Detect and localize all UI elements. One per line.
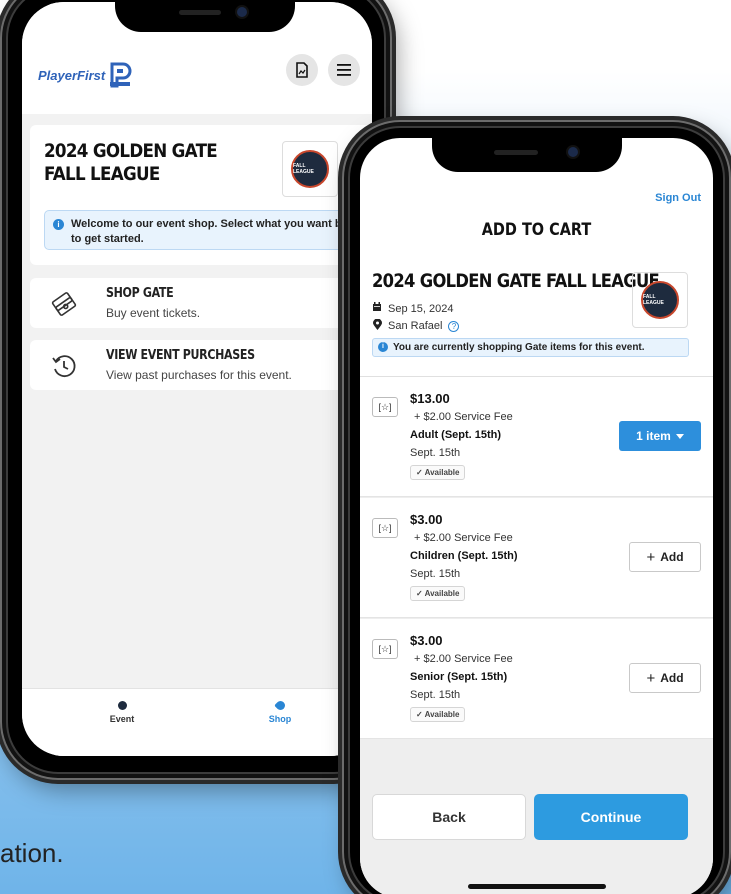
- ticket-name: Adult (Sept. 15th): [410, 429, 502, 441]
- ticket-price: $3.00: [410, 512, 443, 527]
- event-location-text: San Rafael: [388, 320, 443, 332]
- availability-badge: ✓ Available: [410, 707, 466, 722]
- document-button[interactable]: [286, 54, 318, 86]
- brand-name: PlayerFirst: [38, 67, 106, 83]
- hamburger-icon: [337, 64, 351, 76]
- event-title: 2024 GOLDEN GATE FALL LEAGUE: [44, 140, 218, 185]
- page-title: ADD TO CART: [481, 220, 592, 240]
- shopping-info-text: You are currently shopping Gate items fo…: [393, 342, 645, 353]
- ticket-date: Sept. 15th: [410, 447, 461, 459]
- ticket-name: Children (Sept. 15th): [410, 550, 518, 562]
- fall-league-logo: FALL LEAGUE: [641, 281, 679, 319]
- menu-button[interactable]: [328, 54, 360, 86]
- event-logo: FALL LEAGUE: [632, 272, 688, 328]
- tickets-icon: [50, 290, 78, 318]
- nav-shop-label: Shop: [268, 714, 292, 724]
- playerfirst-logo[interactable]: PlayerFirst: [38, 62, 132, 88]
- fall-league-logo: FALL LEAGUE: [291, 150, 329, 188]
- ticket-list: [☆] $13.00 + $2.00 Service Fee Adult (Se…: [360, 376, 713, 742]
- ticket-icon: [☆]: [372, 639, 398, 659]
- event-title: 2024 GOLDEN GATE FALL LEAGUE: [372, 270, 660, 292]
- ticket-item-children: [☆] $3.00 + $2.00 Service Fee Children (…: [360, 498, 713, 618]
- nav-shop[interactable]: Shop: [250, 699, 310, 724]
- plus-icon: +: [646, 548, 656, 566]
- continue-button[interactable]: Continue: [534, 794, 688, 840]
- bottom-nav: Event Shop: [22, 688, 372, 756]
- ticket-date: Sept. 15th: [410, 568, 461, 580]
- ticket-item-adult: [☆] $13.00 + $2.00 Service Fee Adult (Se…: [360, 377, 713, 497]
- shop-gate-subtitle: Buy event tickets.: [106, 306, 201, 320]
- event-date: Sep 15, 2024: [372, 302, 453, 315]
- event-logo: FALL LEAGUE: [282, 141, 338, 197]
- event-icon: [117, 701, 127, 710]
- service-fee: + $2.00 Service Fee: [414, 532, 513, 544]
- ticket-price: $3.00: [410, 633, 443, 648]
- shop-home-screen: PlayerFirst 2024 GOLDEN GATE FALL LEAGUE…: [22, 2, 372, 756]
- tag-icon: [273, 699, 287, 712]
- service-fee: + $2.00 Service Fee: [414, 653, 513, 665]
- item-quantity-dropdown[interactable]: 1 item: [619, 421, 701, 451]
- phone-back: PlayerFirst 2024 GOLDEN GATE FALL LEAGUE…: [0, 0, 392, 780]
- event-logo-text: FALL LEAGUE: [643, 294, 664, 306]
- plus-icon: +: [646, 669, 656, 687]
- add-to-cart-screen: Sign Out ADD TO CART 2024 GOLDEN GATE FA…: [360, 138, 713, 894]
- add-button[interactable]: + Add: [629, 663, 701, 693]
- info-icon: i: [378, 342, 388, 352]
- nav-event-label: Event: [109, 714, 135, 724]
- shop-gate-item[interactable]: SHOP GATE Buy event tickets.: [30, 278, 372, 328]
- cart-footer: Back Continue: [360, 742, 713, 894]
- background-caption: ation.: [0, 838, 64, 868]
- nav-event[interactable]: Event: [92, 701, 152, 724]
- location-pin-icon: [372, 318, 382, 333]
- info-icon: i: [53, 219, 64, 230]
- ticket-icon: [☆]: [372, 518, 398, 538]
- event-date-text: Sep 15, 2024: [388, 302, 454, 315]
- phone-notch: [115, 0, 295, 32]
- add-button-label: Add: [660, 671, 684, 685]
- item-quantity-label: 1 item: [636, 429, 671, 443]
- view-purchases-subtitle: View past purchases for this event.: [106, 368, 292, 382]
- shopping-info-banner: i You are currently shopping Gate items …: [372, 338, 689, 357]
- brand-mark-icon: [108, 62, 132, 88]
- event-card: 2024 GOLDEN GATE FALL LEAGUE FALL LEAGUE…: [30, 125, 372, 265]
- ticket-price: $13.00: [410, 391, 450, 406]
- view-purchases-title: VIEW EVENT PURCHASES: [106, 348, 255, 363]
- calendar-icon: [372, 302, 382, 315]
- availability-badge: ✓ Available: [410, 465, 466, 480]
- ticket-item-senior: [☆] $3.00 + $2.00 Service Fee Senior (Se…: [360, 619, 713, 739]
- availability-badge: ✓ Available: [410, 586, 466, 601]
- event-logo-text: FALL LEAGUE: [293, 163, 314, 175]
- history-icon: [50, 352, 78, 380]
- home-indicator: [468, 884, 606, 889]
- ticket-icon: [☆]: [372, 397, 398, 417]
- document-icon: [296, 62, 308, 78]
- ticket-date: Sept. 15th: [410, 689, 461, 701]
- sign-out-link[interactable]: Sign Out: [655, 192, 701, 204]
- event-location: San Rafael ?: [372, 318, 460, 333]
- view-purchases-item[interactable]: VIEW EVENT PURCHASES View past purchases…: [30, 340, 372, 390]
- welcome-text: Welcome to our event shop. Select what y…: [71, 218, 367, 245]
- shop-gate-title: SHOP GATE: [106, 286, 174, 301]
- add-button[interactable]: + Add: [629, 542, 701, 572]
- caret-down-icon: [675, 433, 684, 439]
- phone-front: Sign Out ADD TO CART 2024 GOLDEN GATE FA…: [342, 120, 731, 894]
- ticket-name: Senior (Sept. 15th): [410, 671, 508, 683]
- welcome-banner: i Welcome to our event shop. Select what…: [44, 210, 372, 250]
- help-icon[interactable]: ?: [448, 320, 460, 332]
- service-fee: + $2.00 Service Fee: [414, 411, 513, 423]
- back-button[interactable]: Back: [372, 794, 526, 840]
- phone-notch: [432, 138, 622, 172]
- add-button-label: Add: [660, 550, 684, 564]
